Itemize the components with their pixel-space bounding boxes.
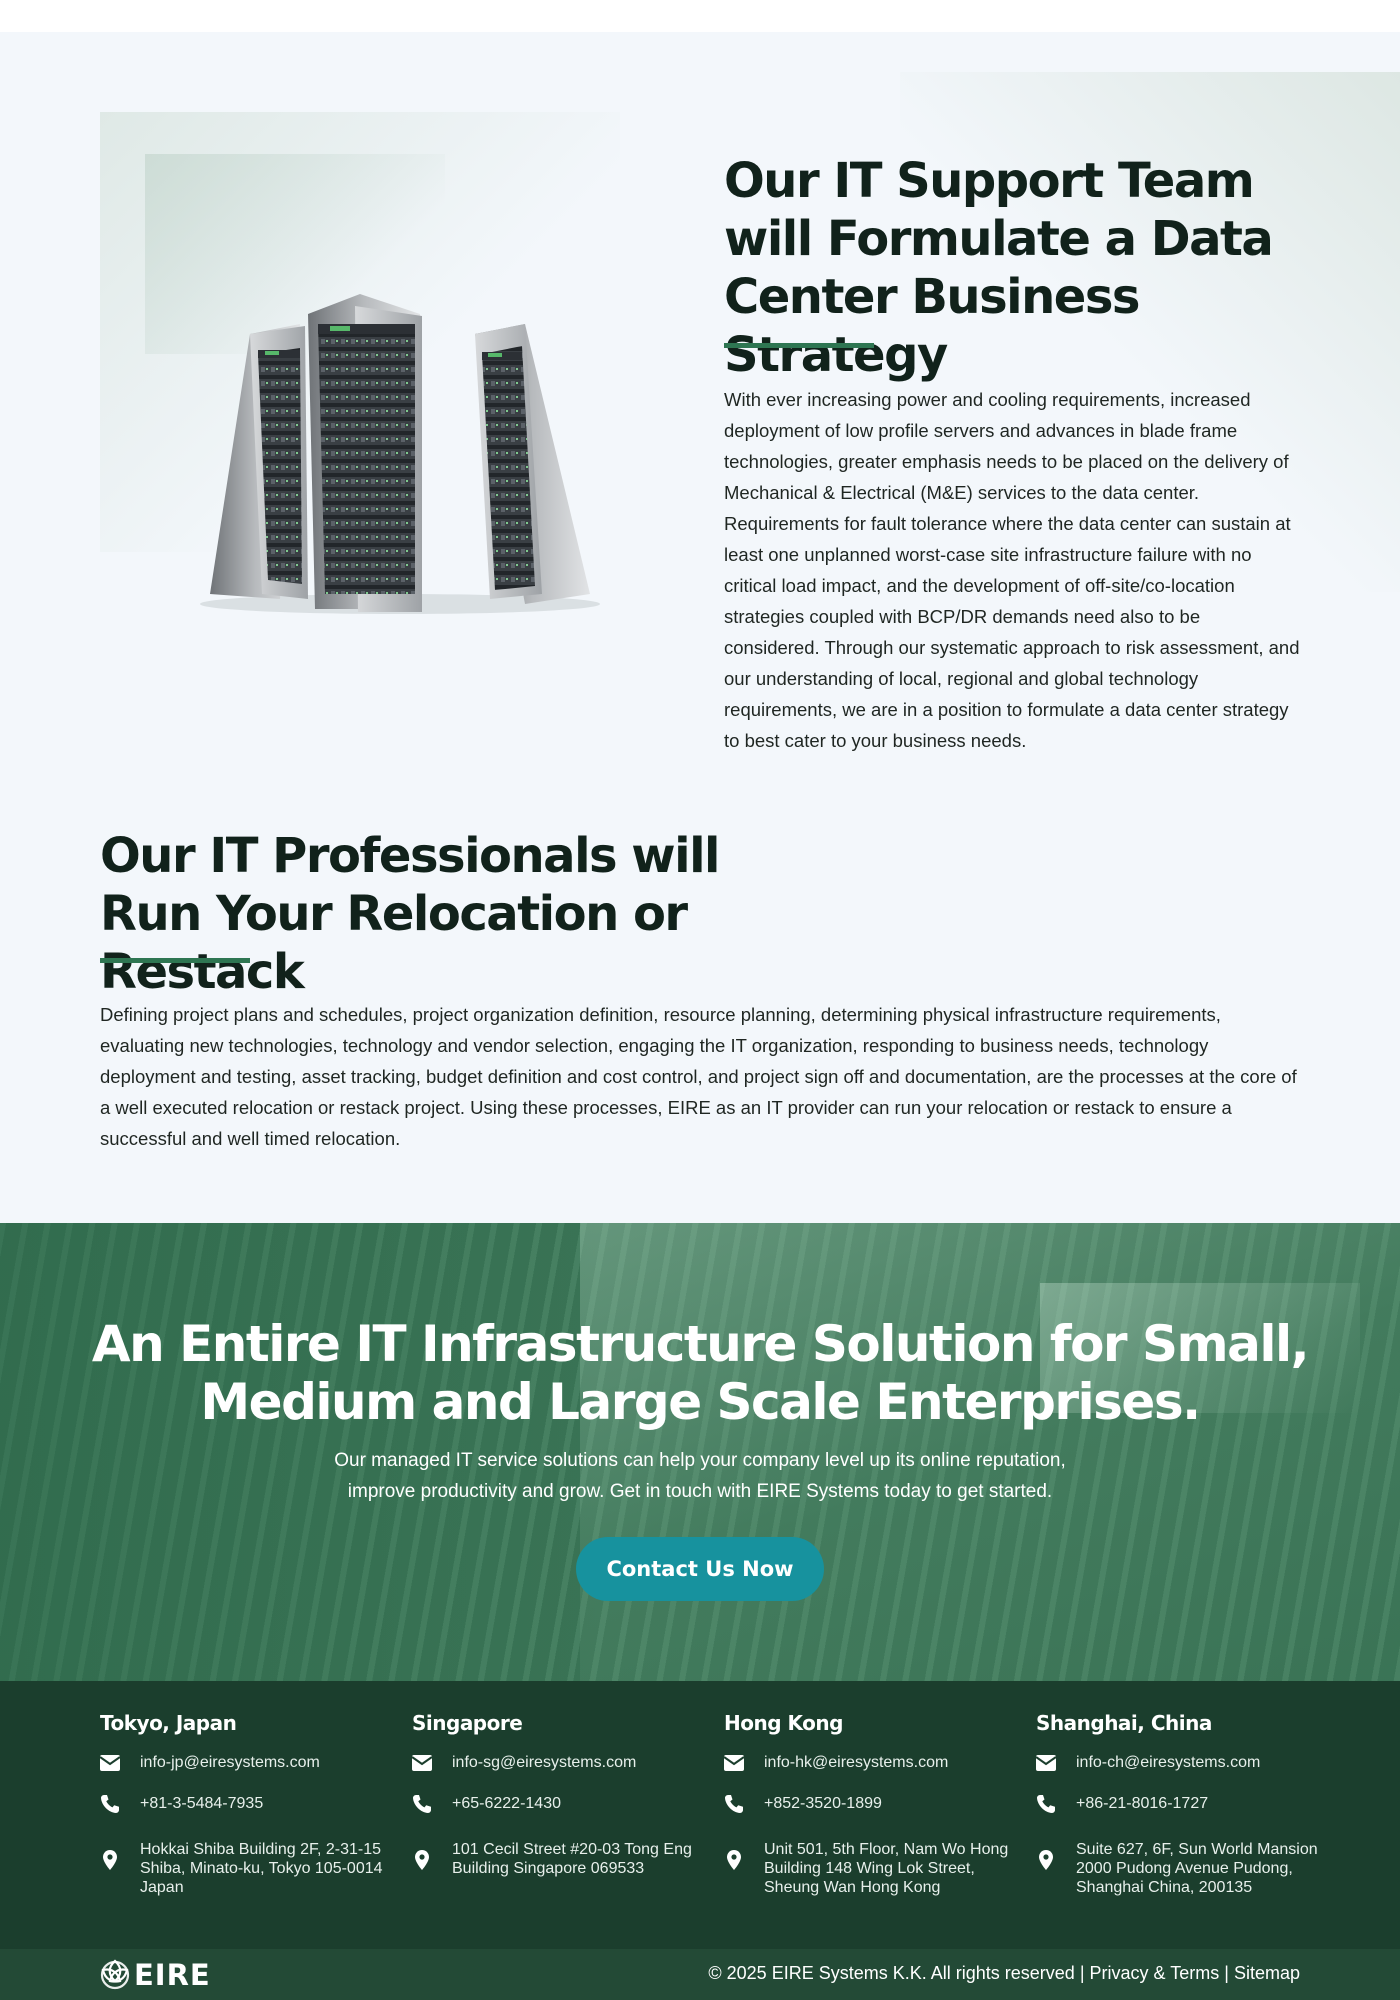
footer-bottom-bar: EIRE © 2025 EIRE Systems K.K. All rights… [0, 1949, 1400, 2000]
office-phone-link[interactable]: +65-6222-1430 [452, 1794, 561, 1813]
envelope-icon [100, 1753, 120, 1773]
office-phone-link[interactable]: +86-21-8016-1727 [1076, 1794, 1208, 1813]
office-city: Singapore [412, 1711, 523, 1735]
footer-offices: Tokyo, Japan info-jp@eiresystems.com +81… [0, 1681, 1400, 1949]
section-paragraph: With ever increasing power and cooling r… [724, 389, 1300, 751]
office-email-link[interactable]: info-ch@eiresystems.com [1076, 1753, 1260, 1772]
knot-logo-icon [100, 1959, 130, 1990]
phone-icon [1036, 1794, 1056, 1814]
office-phone-link[interactable]: +852-3520-1899 [764, 1794, 882, 1813]
office-email-link[interactable]: info-hk@eiresystems.com [764, 1753, 948, 1772]
office-address: Unit 501, 5th Floor, Nam Wo Hong Buildin… [764, 1841, 1009, 1896]
phone-icon [724, 1794, 744, 1814]
sitemap-link[interactable]: Sitemap [1234, 1963, 1300, 1983]
office-tokyo: Tokyo, Japan info-jp@eiresystems.com +81… [100, 1711, 390, 1896]
office-city: Hong Kong [724, 1711, 843, 1735]
section-title: Our IT Support Team will Formulate a Dat… [724, 153, 1274, 383]
copyright-text: © 2025 EIRE Systems K.K. All rights rese… [708, 1963, 1075, 1983]
eire-logo[interactable]: EIRE [100, 1958, 211, 1992]
office-city: Shanghai, China [1036, 1711, 1212, 1735]
office-address: Hokkai Shiba Building 2F, 2-31-15 Shiba,… [140, 1841, 383, 1896]
office-singapore: Singapore info-sg@eiresystems.com +65-62… [412, 1711, 702, 1877]
office-address: 101 Cecil Street #20-03 Tong Eng Buildin… [452, 1841, 692, 1877]
office-hong-kong: Hong Kong info-hk@eiresystems.com +852-3… [724, 1711, 1014, 1896]
section-paragraph: Defining project plans and schedules, pr… [100, 1004, 1297, 1149]
separator: | [1079, 1963, 1085, 1983]
top-bar [0, 0, 1400, 32]
envelope-icon [724, 1753, 744, 1773]
logo-text: EIRE [134, 1958, 211, 1992]
privacy-terms-link[interactable]: Privacy & Terms [1090, 1963, 1220, 1983]
map-pin-icon [412, 1850, 432, 1870]
envelope-icon [412, 1753, 432, 1773]
office-email-link[interactable]: info-jp@eiresystems.com [140, 1753, 320, 1772]
office-phone-link[interactable]: +81-3-5484-7935 [140, 1794, 263, 1813]
map-pin-icon [1036, 1850, 1056, 1870]
envelope-icon [1036, 1753, 1056, 1773]
cta-title: An Entire IT Infrastructure Solution for… [91, 1315, 1310, 1431]
office-email-link[interactable]: info-sg@eiresystems.com [452, 1753, 636, 1772]
cta-text: Our managed IT service solutions can hel… [334, 1450, 1066, 1502]
contact-us-button[interactable]: Contact Us Now [576, 1537, 824, 1601]
map-pin-icon [100, 1850, 120, 1870]
office-address: Suite 627, 6F, Sun World Mansion 2000 Pu… [1076, 1841, 1318, 1896]
map-pin-icon [724, 1850, 744, 1870]
intro-section: Our IT Support Team will Formulate a Dat… [0, 32, 1400, 1223]
office-city: Tokyo, Japan [100, 1711, 237, 1735]
copyright-line: © 2025 EIRE Systems K.K. All rights rese… [708, 1963, 1300, 1984]
office-shanghai: Shanghai, China info-ch@eiresystems.com … [1036, 1711, 1326, 1896]
phone-icon [412, 1794, 432, 1814]
title-underline [100, 958, 250, 963]
section-title: Our IT Professionals will Run Your Reloc… [100, 828, 721, 1000]
separator: | [1224, 1963, 1229, 1983]
phone-icon [100, 1794, 120, 1814]
cta-banner: An Entire IT Infrastructure Solution for… [0, 1223, 1400, 1681]
title-underline [724, 343, 874, 348]
server-racks-image [200, 294, 600, 614]
